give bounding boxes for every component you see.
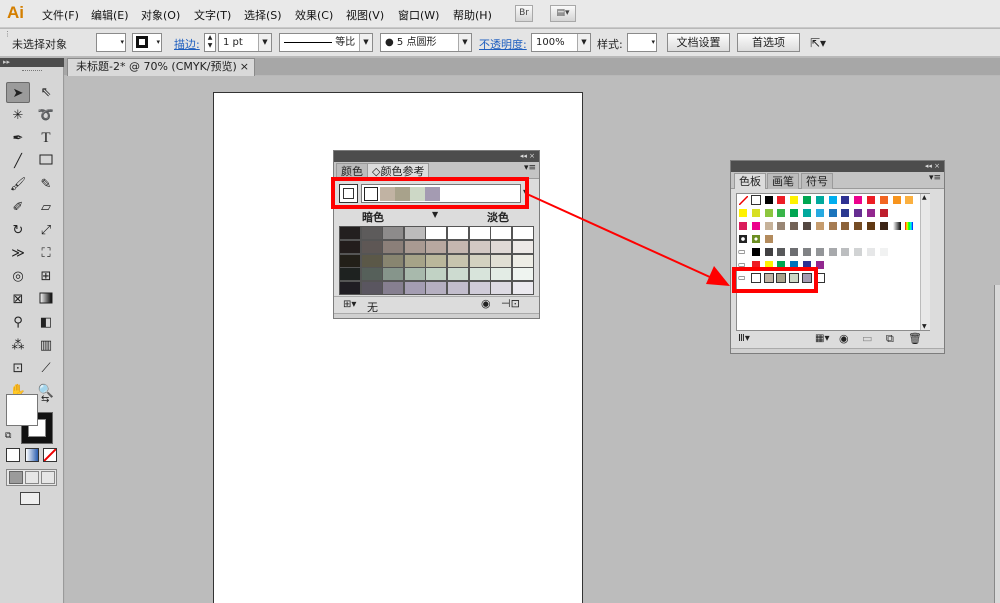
annotation-arrow — [526, 193, 730, 286]
